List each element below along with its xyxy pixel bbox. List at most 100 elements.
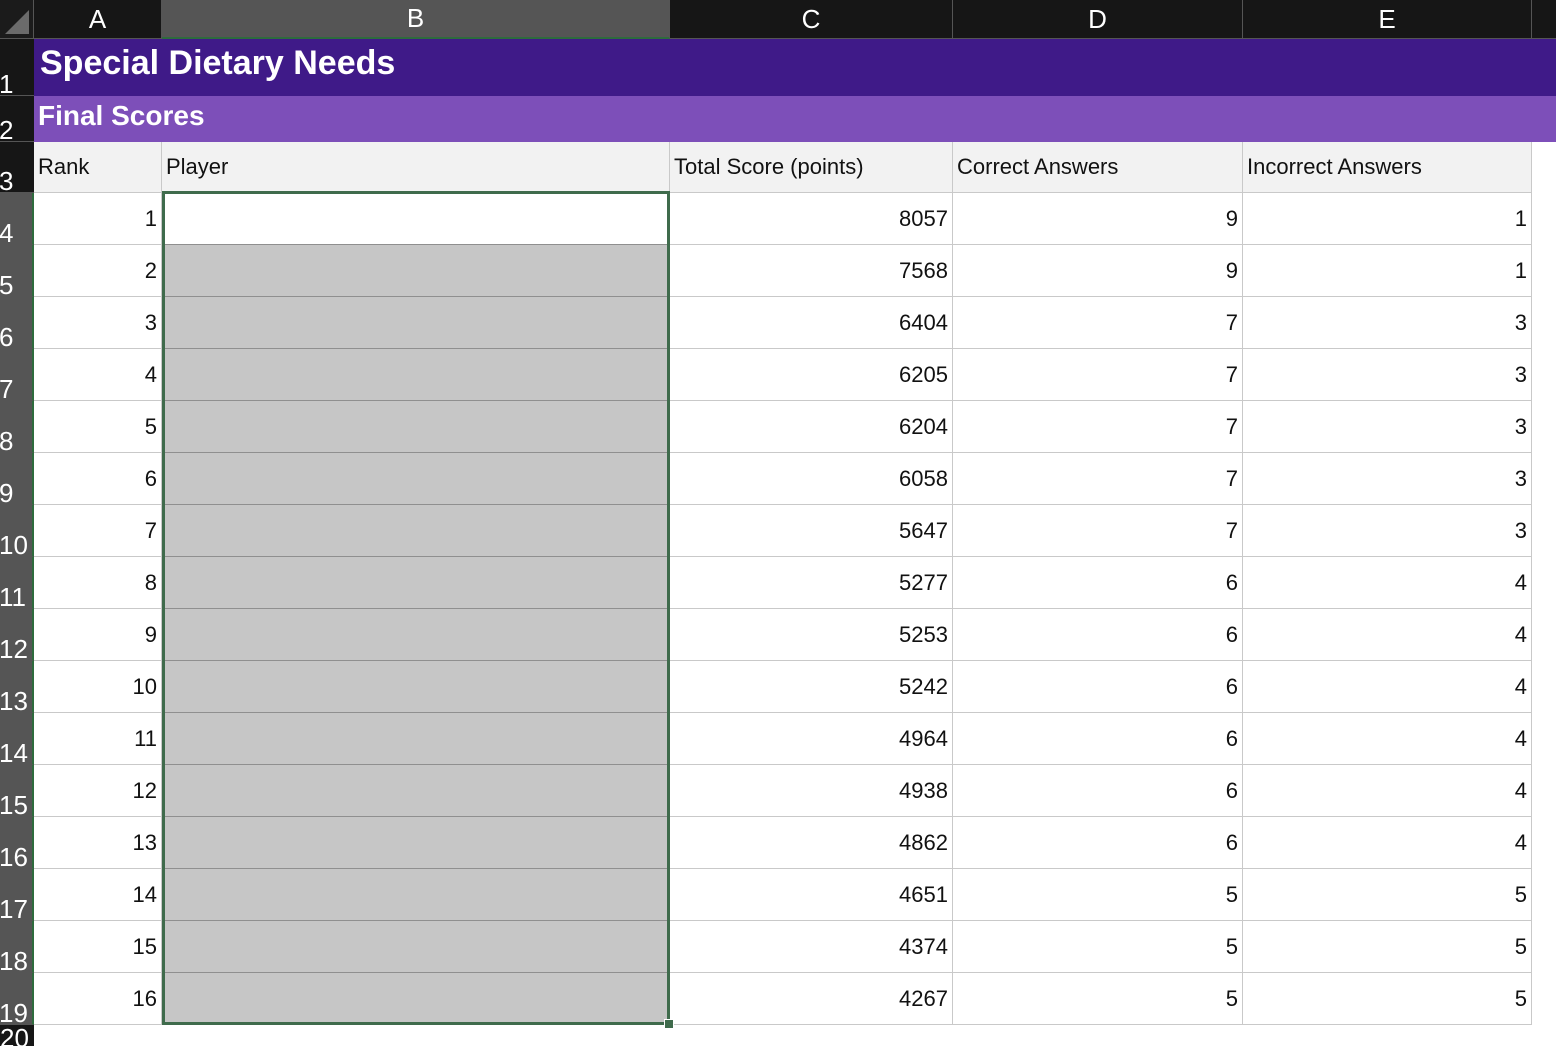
cell-incorrect-answers[interactable]: 4 (1243, 557, 1532, 609)
cell-total-score[interactable]: 4938 (670, 765, 953, 817)
cell-incorrect-answers[interactable]: 4 (1243, 713, 1532, 765)
cell-player[interactable] (162, 557, 670, 609)
column-header-c[interactable]: C (670, 0, 953, 39)
row-header-3[interactable]: 3 (0, 142, 34, 194)
row-header-9[interactable]: 9 (0, 453, 34, 506)
cell-total-score[interactable]: 4964 (670, 713, 953, 765)
cell-correct-answers[interactable]: 5 (953, 869, 1243, 921)
row-header-7[interactable]: 7 (0, 349, 34, 402)
cell-total-score[interactable]: 5647 (670, 505, 953, 557)
cell-correct-answers[interactable]: 5 (953, 921, 1243, 973)
cell-incorrect-answers[interactable]: 4 (1243, 661, 1532, 713)
row-header-8[interactable]: 8 (0, 401, 34, 454)
cell-correct-answers[interactable]: 6 (953, 557, 1243, 609)
cell-player[interactable] (162, 453, 670, 505)
cell-incorrect-answers[interactable]: 1 (1243, 193, 1532, 245)
row-header-16[interactable]: 16 (0, 817, 34, 870)
cell-correct-answers[interactable]: 6 (953, 609, 1243, 661)
cell-total-score[interactable]: 5253 (670, 609, 953, 661)
column-header-b[interactable]: B (162, 0, 670, 39)
cell-incorrect-answers[interactable]: 3 (1243, 297, 1532, 349)
header-cell-incorrect-answers[interactable]: Incorrect Answers (1243, 142, 1532, 193)
cell-rank[interactable]: 2 (34, 245, 162, 297)
row-header-5[interactable]: 5 (0, 245, 34, 298)
cell-incorrect-answers[interactable]: 3 (1243, 349, 1532, 401)
header-cell-rank[interactable]: Rank (34, 142, 162, 193)
cell-incorrect-answers[interactable]: 4 (1243, 765, 1532, 817)
column-header-a[interactable]: A (34, 0, 162, 39)
cell-rank[interactable]: 7 (34, 505, 162, 557)
cell-player[interactable] (162, 609, 670, 661)
cell-total-score[interactable]: 4267 (670, 973, 953, 1025)
cell-incorrect-answers[interactable]: 4 (1243, 609, 1532, 661)
cell-correct-answers[interactable]: 9 (953, 245, 1243, 297)
cell-correct-answers[interactable]: 9 (953, 193, 1243, 245)
select-all-corner[interactable] (0, 0, 34, 39)
cell-total-score[interactable]: 6058 (670, 453, 953, 505)
cell-player[interactable] (162, 505, 670, 557)
cell-incorrect-answers[interactable]: 5 (1243, 869, 1532, 921)
header-cell-total-score[interactable]: Total Score (points) (670, 142, 953, 193)
header-cell-player[interactable]: Player (162, 142, 670, 193)
row-header-18[interactable]: 18 (0, 921, 34, 974)
cell-player[interactable] (162, 921, 670, 973)
cell-rank[interactable]: 4 (34, 349, 162, 401)
cell-correct-answers[interactable]: 7 (953, 349, 1243, 401)
cell-correct-answers[interactable]: 7 (953, 401, 1243, 453)
row-header-12[interactable]: 12 (0, 609, 34, 662)
cell-rank[interactable]: 5 (34, 401, 162, 453)
cell-player[interactable] (162, 401, 670, 453)
cell-correct-answers[interactable]: 5 (953, 973, 1243, 1025)
cell-total-score[interactable]: 6205 (670, 349, 953, 401)
cell-player[interactable] (162, 661, 670, 713)
row-header-2[interactable]: 2 (0, 96, 34, 143)
cell-total-score[interactable]: 6404 (670, 297, 953, 349)
cell-rank[interactable]: 6 (34, 453, 162, 505)
cell-correct-answers[interactable]: 6 (953, 817, 1243, 869)
cell-rank[interactable]: 12 (34, 765, 162, 817)
cell-incorrect-answers[interactable]: 3 (1243, 505, 1532, 557)
cell-rank[interactable]: 13 (34, 817, 162, 869)
cell-rank[interactable]: 11 (34, 713, 162, 765)
cell-correct-answers[interactable]: 6 (953, 713, 1243, 765)
cell-player[interactable] (162, 869, 670, 921)
cell-incorrect-answers[interactable]: 4 (1243, 817, 1532, 869)
cell-incorrect-answers[interactable]: 3 (1243, 401, 1532, 453)
row-header-10[interactable]: 10 (0, 505, 34, 558)
cell-player[interactable] (162, 713, 670, 765)
cell-incorrect-answers[interactable]: 5 (1243, 973, 1532, 1025)
cell-total-score[interactable]: 4651 (670, 869, 953, 921)
cell-correct-answers[interactable]: 6 (953, 661, 1243, 713)
cell-rank[interactable]: 1 (34, 193, 162, 245)
cell-rank[interactable]: 9 (34, 609, 162, 661)
cell-rank[interactable]: 8 (34, 557, 162, 609)
row-header-14[interactable]: 14 (0, 713, 34, 766)
sheet-title[interactable]: Special Dietary Needs (40, 44, 395, 83)
cell-total-score[interactable]: 4374 (670, 921, 953, 973)
cell-player[interactable] (162, 817, 670, 869)
row-header-11[interactable]: 11 (0, 557, 34, 610)
cell-correct-answers[interactable]: 7 (953, 297, 1243, 349)
cell-player[interactable] (162, 297, 670, 349)
cell-player[interactable] (162, 349, 670, 401)
cell-rank[interactable]: 14 (34, 869, 162, 921)
cell-total-score[interactable]: 8057 (670, 193, 953, 245)
cell-total-score[interactable]: 5277 (670, 557, 953, 609)
cell-rank[interactable]: 10 (34, 661, 162, 713)
column-header-e[interactable]: E (1243, 0, 1532, 39)
cell-total-score[interactable]: 5242 (670, 661, 953, 713)
cell-player[interactable] (162, 973, 670, 1025)
cell-total-score[interactable]: 4862 (670, 817, 953, 869)
row-header-1[interactable]: 1 (0, 39, 34, 97)
cell-incorrect-answers[interactable]: 1 (1243, 245, 1532, 297)
column-header-d[interactable]: D (953, 0, 1243, 39)
cell-correct-answers[interactable]: 6 (953, 765, 1243, 817)
cell-rank[interactable]: 3 (34, 297, 162, 349)
row-header-17[interactable]: 17 (0, 869, 34, 922)
row-header-6[interactable]: 6 (0, 297, 34, 350)
cell-player[interactable] (162, 765, 670, 817)
cell-correct-answers[interactable]: 7 (953, 505, 1243, 557)
sheet-subtitle[interactable]: Final Scores (38, 100, 205, 132)
cell-rank[interactable]: 16 (34, 973, 162, 1025)
cell-correct-answers[interactable]: 7 (953, 453, 1243, 505)
